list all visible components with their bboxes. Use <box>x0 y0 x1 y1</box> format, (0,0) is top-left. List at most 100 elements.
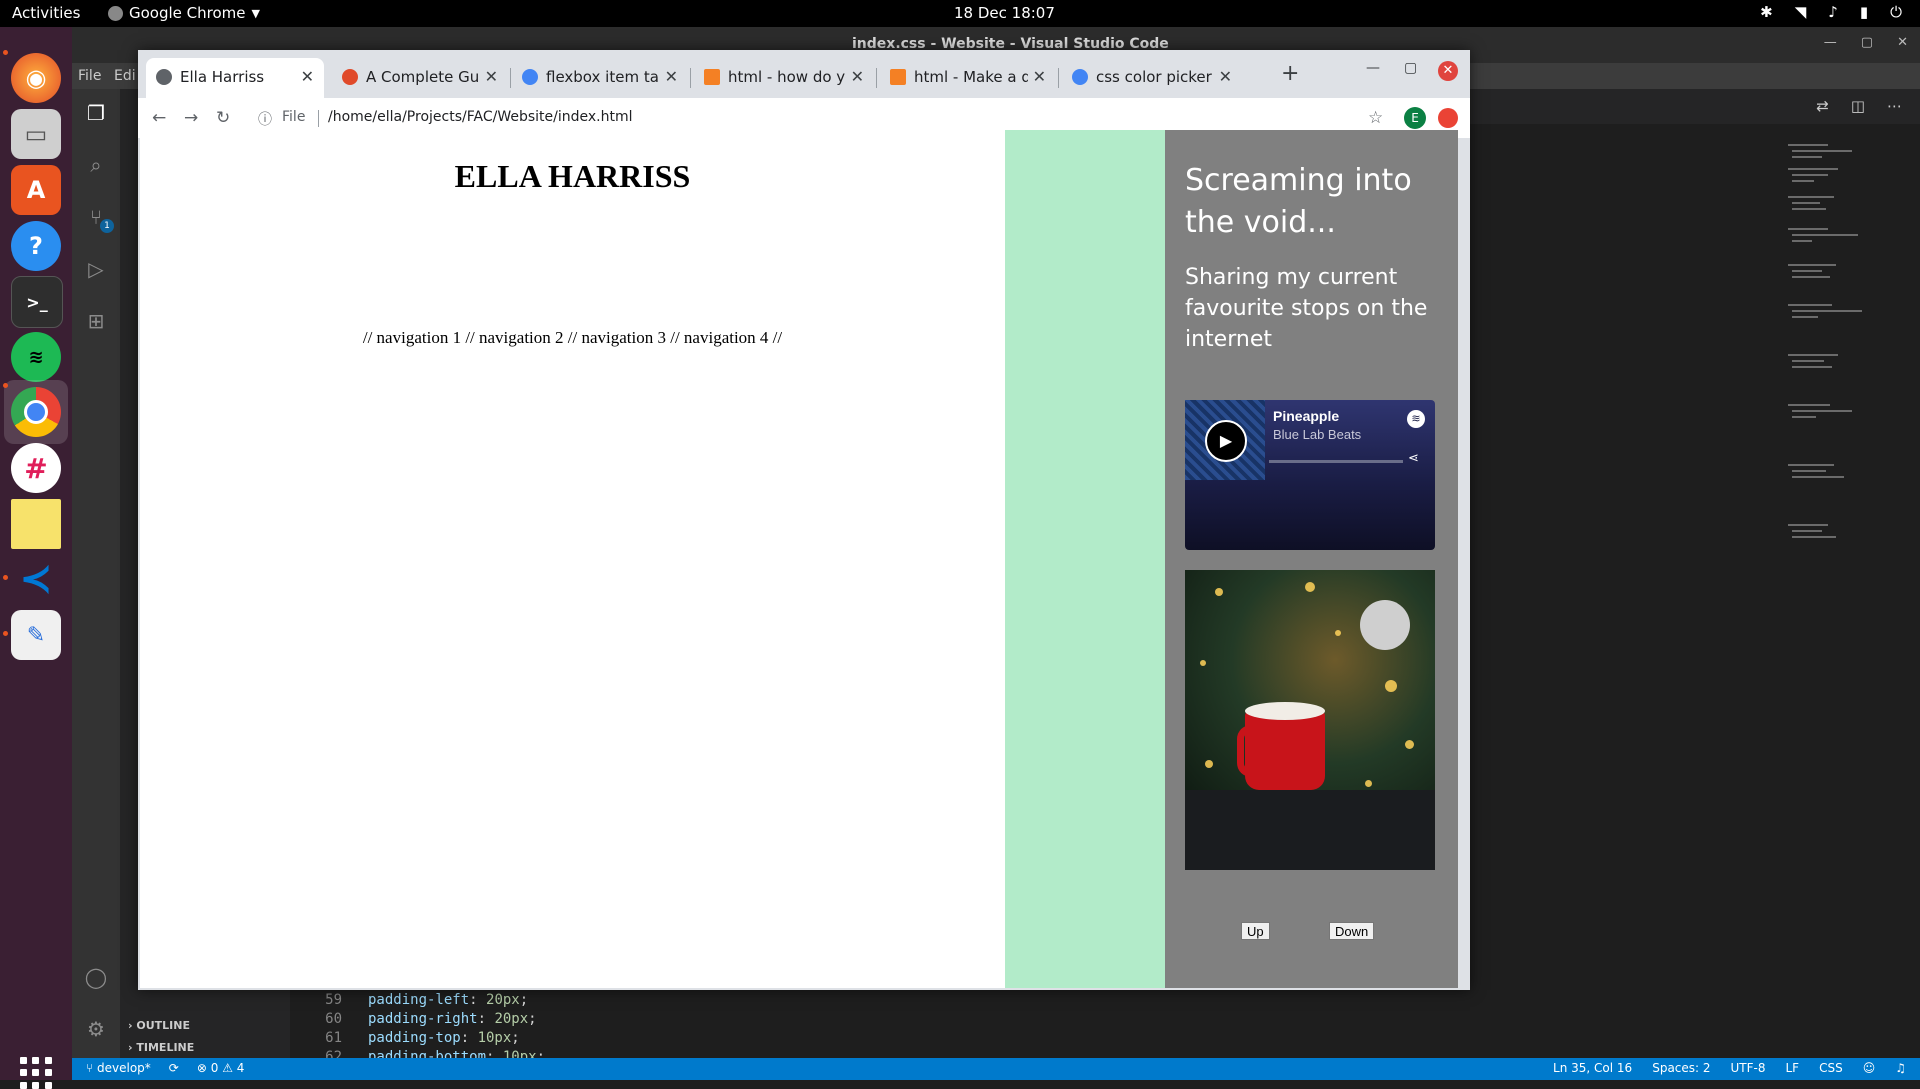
progress-bar[interactable] <box>1269 460 1403 463</box>
firefox-icon[interactable]: ◉ <box>11 53 61 103</box>
volume-icon[interactable]: ♪ <box>1828 3 1838 21</box>
page-viewport[interactable]: ELLA HARRISS // navigation 1 // navigati… <box>140 130 1458 988</box>
close-tab-icon[interactable]: ✕ <box>1219 67 1232 86</box>
url-text[interactable]: /home/ella/Projects/FAC/Website/index.ht… <box>328 109 632 125</box>
address-bar[interactable]: ⓘ File /home/ella/Projects/FAC/Website/i… <box>248 103 1368 133</box>
maximize-icon[interactable]: ▢ <box>1404 60 1417 76</box>
play-button[interactable]: ▶ <box>1205 420 1247 462</box>
files-icon[interactable]: ▭ <box>11 109 61 159</box>
show-applications-icon[interactable] <box>20 1057 52 1089</box>
branch-icon: ⑂ <box>86 1061 98 1075</box>
terminal-icon[interactable]: >_ <box>11 276 63 328</box>
page-navigation[interactable]: // navigation 1 // navigation 2 // navig… <box>140 328 1005 348</box>
account-icon[interactable]: ◯ <box>84 965 108 989</box>
gear-icon[interactable]: ⚙ <box>84 1017 108 1041</box>
side-subheading: Sharing my current favourite stops on th… <box>1185 265 1428 352</box>
system-top-bar: Activities Google Chrome ▼ 18 Dec 18:07 … <box>0 0 1920 27</box>
outline-section[interactable]: › OUTLINE <box>128 1019 190 1032</box>
google-icon <box>1072 69 1088 85</box>
battery-icon[interactable]: ▮ <box>1860 3 1868 21</box>
url-scheme: File <box>282 109 306 125</box>
problems-status[interactable]: ⊗ 0 ⚠ 4 <box>197 1061 245 1075</box>
chevron-right-icon: › <box>128 1019 133 1032</box>
notes-icon[interactable] <box>11 499 61 549</box>
vscode-icon[interactable]: ≺ <box>11 554 61 604</box>
split-editor-icon[interactable]: ◫ <box>1851 97 1865 115</box>
up-button[interactable]: Up <box>1241 922 1270 940</box>
extensions-icon[interactable]: ⊞ <box>84 309 108 333</box>
branch-status[interactable]: ⑂ develop* <box>86 1061 151 1075</box>
app-menu[interactable]: Google Chrome ▼ <box>108 4 260 22</box>
slack-icon[interactable]: # <box>11 443 61 493</box>
chevron-down-icon: ▼ <box>251 6 260 20</box>
close-icon[interactable]: ✕ <box>1897 35 1908 50</box>
indentation-status[interactable]: Spaces: 2 <box>1652 1061 1710 1075</box>
scm-badge: 1 <box>100 219 114 233</box>
cursor-position[interactable]: Ln 35, Col 16 <box>1553 1061 1632 1075</box>
search-icon[interactable]: ⌕ <box>84 153 108 177</box>
close-tab-icon[interactable]: ✕ <box>665 67 678 86</box>
code-line: 60 padding-right: 20px; <box>325 1011 537 1027</box>
slack-tray-icon[interactable]: ✱ <box>1760 3 1773 21</box>
power-icon[interactable]: ⏻ <box>1890 3 1902 21</box>
menu-edit[interactable]: Edi <box>114 68 136 84</box>
down-button[interactable]: Down <box>1329 922 1375 940</box>
back-icon[interactable]: ← <box>152 108 166 128</box>
timeline-section[interactable]: › TIMELINE <box>128 1041 194 1054</box>
extension-icon[interactable] <box>1438 108 1458 128</box>
text-editor-icon[interactable]: ✎ <box>11 610 61 660</box>
maximize-icon[interactable]: ▢ <box>1861 35 1873 50</box>
tab-css-color-picker[interactable]: css color picker - C ✕ <box>1062 58 1242 98</box>
feedback-icon[interactable]: ☺ <box>1863 1061 1876 1075</box>
tab-ella-harriss[interactable]: Ella Harriss ✕ <box>146 58 324 98</box>
minimap[interactable] <box>1788 144 1908 624</box>
language-mode[interactable]: CSS <box>1819 1061 1843 1075</box>
spotify-icon[interactable]: ≋ <box>11 332 61 382</box>
tab-flexbox-item[interactable]: flexbox item take ✕ <box>512 58 688 98</box>
close-tab-icon[interactable]: ✕ <box>1033 67 1046 86</box>
spotify-embed[interactable]: ▶ Pineapple Blue Lab Beats ≋ ⋖ <box>1185 400 1435 550</box>
profile-avatar[interactable]: E <box>1404 107 1426 129</box>
close-tab-icon[interactable]: ✕ <box>851 67 864 86</box>
tab-complete-guide[interactable]: A Complete Guide ✕ <box>332 58 508 98</box>
wifi-icon[interactable]: ◥ <box>1795 3 1807 21</box>
close-window-icon[interactable]: ✕ <box>1438 61 1458 81</box>
minimize-icon[interactable]: — <box>1824 35 1837 50</box>
chrome-icon[interactable] <box>11 387 61 437</box>
more-actions-icon[interactable]: ⋯ <box>1887 97 1902 115</box>
forward-icon[interactable]: → <box>184 108 198 128</box>
sync-icon[interactable]: ⟳ <box>169 1061 179 1075</box>
run-debug-icon[interactable]: ▷ <box>84 257 108 281</box>
close-tab-icon[interactable]: ✕ <box>301 67 314 86</box>
info-icon[interactable]: ⓘ <box>258 109 272 129</box>
tab-html-make-a-div[interactable]: html - Make a div f ✕ <box>880 58 1056 98</box>
minimize-icon[interactable]: — <box>1366 60 1380 76</box>
software-icon[interactable]: A <box>11 165 61 215</box>
track-artist[interactable]: Blue Lab Beats <box>1273 427 1361 442</box>
activities-button[interactable]: Activities <box>12 4 80 22</box>
track-title[interactable]: Pineapple <box>1273 408 1339 424</box>
share-icon[interactable]: ⋖ <box>1408 451 1419 466</box>
compare-icon[interactable]: ⇄ <box>1816 97 1829 115</box>
explorer-icon[interactable]: ❐ <box>84 101 108 125</box>
css-tricks-icon <box>342 69 358 85</box>
help-icon[interactable]: ? <box>11 221 61 271</box>
new-tab-button[interactable]: + <box>1281 61 1299 86</box>
tab-separator <box>690 68 691 88</box>
menu-file[interactable]: File <box>78 68 101 84</box>
close-tab-icon[interactable]: ✕ <box>485 67 498 86</box>
spotify-logo-icon[interactable]: ≋ <box>1407 410 1425 428</box>
bookmark-star-icon[interactable]: ☆ <box>1368 108 1383 128</box>
clock[interactable]: 18 Dec 18:07 <box>954 4 1055 22</box>
running-indicator <box>3 631 8 636</box>
running-indicator <box>3 575 8 580</box>
stackoverflow-icon <box>890 69 906 85</box>
tab-html-how-do-you[interactable]: html - how do you ✕ <box>694 58 874 98</box>
eol-status[interactable]: LF <box>1786 1061 1800 1075</box>
system-tray[interactable]: ✱ ◥ ♪ ▮ ⏻ <box>1760 3 1902 21</box>
google-icon <box>522 69 538 85</box>
chevron-right-icon: › <box>128 1041 133 1054</box>
bell-icon[interactable]: ♫ <box>1895 1061 1906 1075</box>
reload-icon[interactable]: ↻ <box>216 108 230 128</box>
encoding-status[interactable]: UTF-8 <box>1731 1061 1766 1075</box>
